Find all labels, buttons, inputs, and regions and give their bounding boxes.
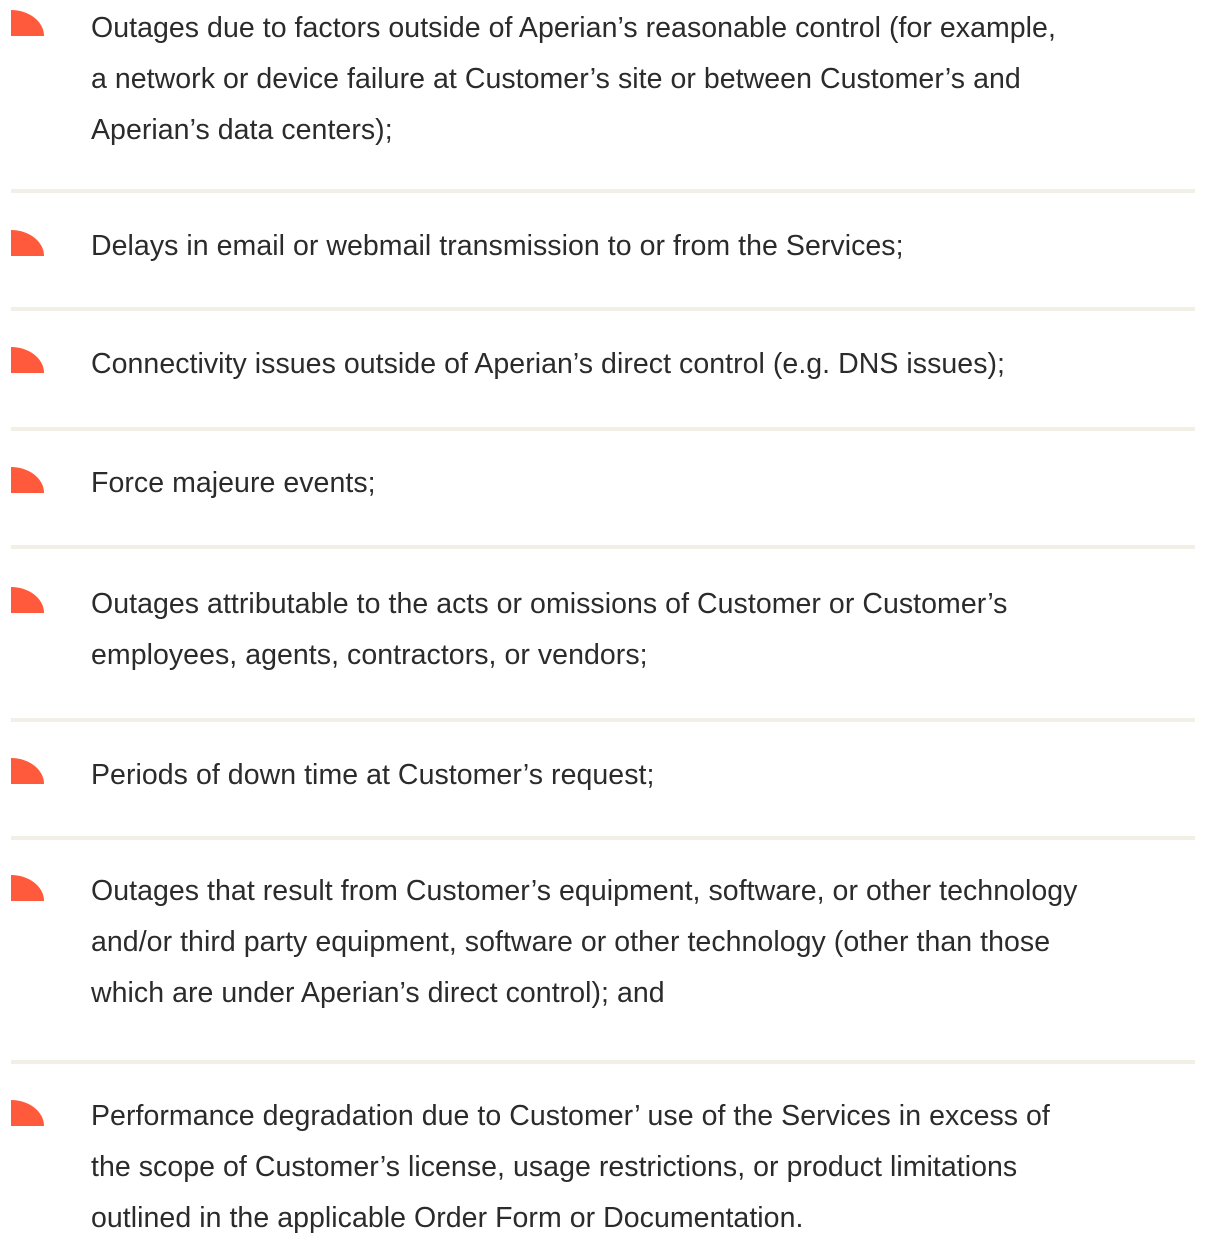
list-item-text: Outages that result from Customer’s equi… bbox=[91, 875, 1078, 1009]
list-item: Performance degradation due to Customer’… bbox=[11, 1064, 1195, 1239]
bullet-icon bbox=[11, 875, 44, 901]
bullet-icon bbox=[11, 10, 44, 36]
list-item-text: Connectivity issues outside of Aperian’s… bbox=[91, 348, 1006, 380]
list-item-text: Periods of down time at Customer’s reque… bbox=[91, 759, 655, 791]
bullet-icon bbox=[11, 758, 44, 784]
list-item: Delays in email or webmail transmission … bbox=[11, 193, 1195, 311]
list-item: Outages attributable to the acts or omis… bbox=[11, 549, 1195, 722]
exclusions-list: Outages due to factors outside of Aperia… bbox=[0, 0, 1207, 1239]
list-item-text: Performance degradation due to Customer’… bbox=[91, 1100, 1050, 1234]
list-item: Connectivity issues outside of Aperian’s… bbox=[11, 311, 1195, 431]
list-item: Outages due to factors outside of Aperia… bbox=[11, 0, 1195, 193]
list-item: Outages that result from Customer’s equi… bbox=[11, 840, 1195, 1064]
list-item-text: Outages attributable to the acts or omis… bbox=[91, 588, 1008, 671]
list-item-text: Outages due to factors outside of Aperia… bbox=[91, 12, 1056, 146]
bullet-icon bbox=[11, 347, 44, 373]
list-item-text: Force majeure events; bbox=[91, 467, 376, 499]
list-item: Force majeure events; bbox=[11, 431, 1195, 549]
bullet-icon bbox=[11, 230, 44, 256]
list-item-text: Delays in email or webmail transmission … bbox=[91, 230, 904, 262]
bullet-icon bbox=[11, 1100, 44, 1126]
bullet-icon bbox=[11, 587, 44, 613]
list-item: Periods of down time at Customer’s reque… bbox=[11, 722, 1195, 840]
bullet-icon bbox=[11, 467, 44, 493]
